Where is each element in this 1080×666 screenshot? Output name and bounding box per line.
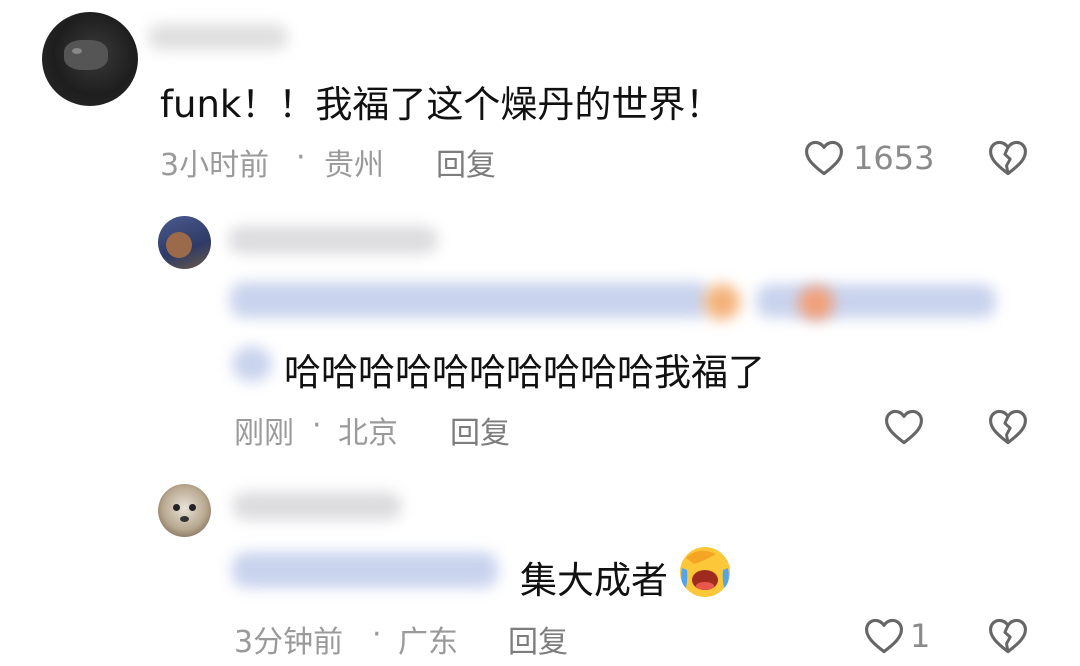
reply-time: 刚刚 <box>234 416 294 451</box>
like-count: 1 <box>910 617 931 655</box>
commenter-avatar[interactable] <box>42 12 138 106</box>
mention-blurred <box>232 552 498 588</box>
comment-thread: funk！！我福了这个燥丹的世界！ 3小时前 · 贵州 回复 1653 哈哈哈哈… <box>0 0 1080 666</box>
reply-quote-blurred[interactable] <box>230 282 710 318</box>
reply-button[interactable]: 回复 <box>508 617 568 661</box>
reply-time: 3分钟前 <box>234 625 344 660</box>
meta-separator: · <box>296 140 306 175</box>
reply-quote-emoji-blurred <box>704 284 740 320</box>
reply-location: 北京 <box>338 416 398 451</box>
heart-outline-icon[interactable] <box>882 405 926 449</box>
facepalm-laugh-emoji <box>680 547 730 597</box>
reply-name-blurred[interactable] <box>232 492 402 520</box>
comment-text: funk！！我福了这个燥丹的世界！ <box>160 83 723 126</box>
meta-separator: · <box>372 617 382 652</box>
broken-heart-icon[interactable] <box>986 614 1030 658</box>
reply-text: 哈哈哈哈哈哈哈哈哈哈我福了 <box>284 351 765 394</box>
meta-separator: · <box>312 408 322 443</box>
mention-blurred <box>232 346 272 382</box>
like-count: 1653 <box>853 139 935 177</box>
reply-button[interactable]: 回复 <box>436 140 496 184</box>
reply-quote-blurred-2 <box>756 284 996 318</box>
reply-button[interactable]: 回复 <box>450 408 510 452</box>
reply-location: 广东 <box>398 625 458 660</box>
heart-outline-icon[interactable] <box>802 136 846 180</box>
broken-heart-icon[interactable] <box>986 405 1030 449</box>
reply-name-blurred[interactable] <box>228 226 438 254</box>
reply-text: 集大成者 <box>520 559 668 602</box>
comment-location: 贵州 <box>324 148 384 183</box>
reply-avatar[interactable] <box>158 484 211 537</box>
heart-outline-icon[interactable] <box>862 614 906 658</box>
comment-time: 3小时前 <box>160 148 270 183</box>
reply-avatar[interactable] <box>158 216 211 269</box>
broken-heart-icon[interactable] <box>986 136 1030 180</box>
reply-quote-emoji-blurred-2 <box>798 286 834 320</box>
commenter-name-blurred[interactable] <box>148 24 288 50</box>
